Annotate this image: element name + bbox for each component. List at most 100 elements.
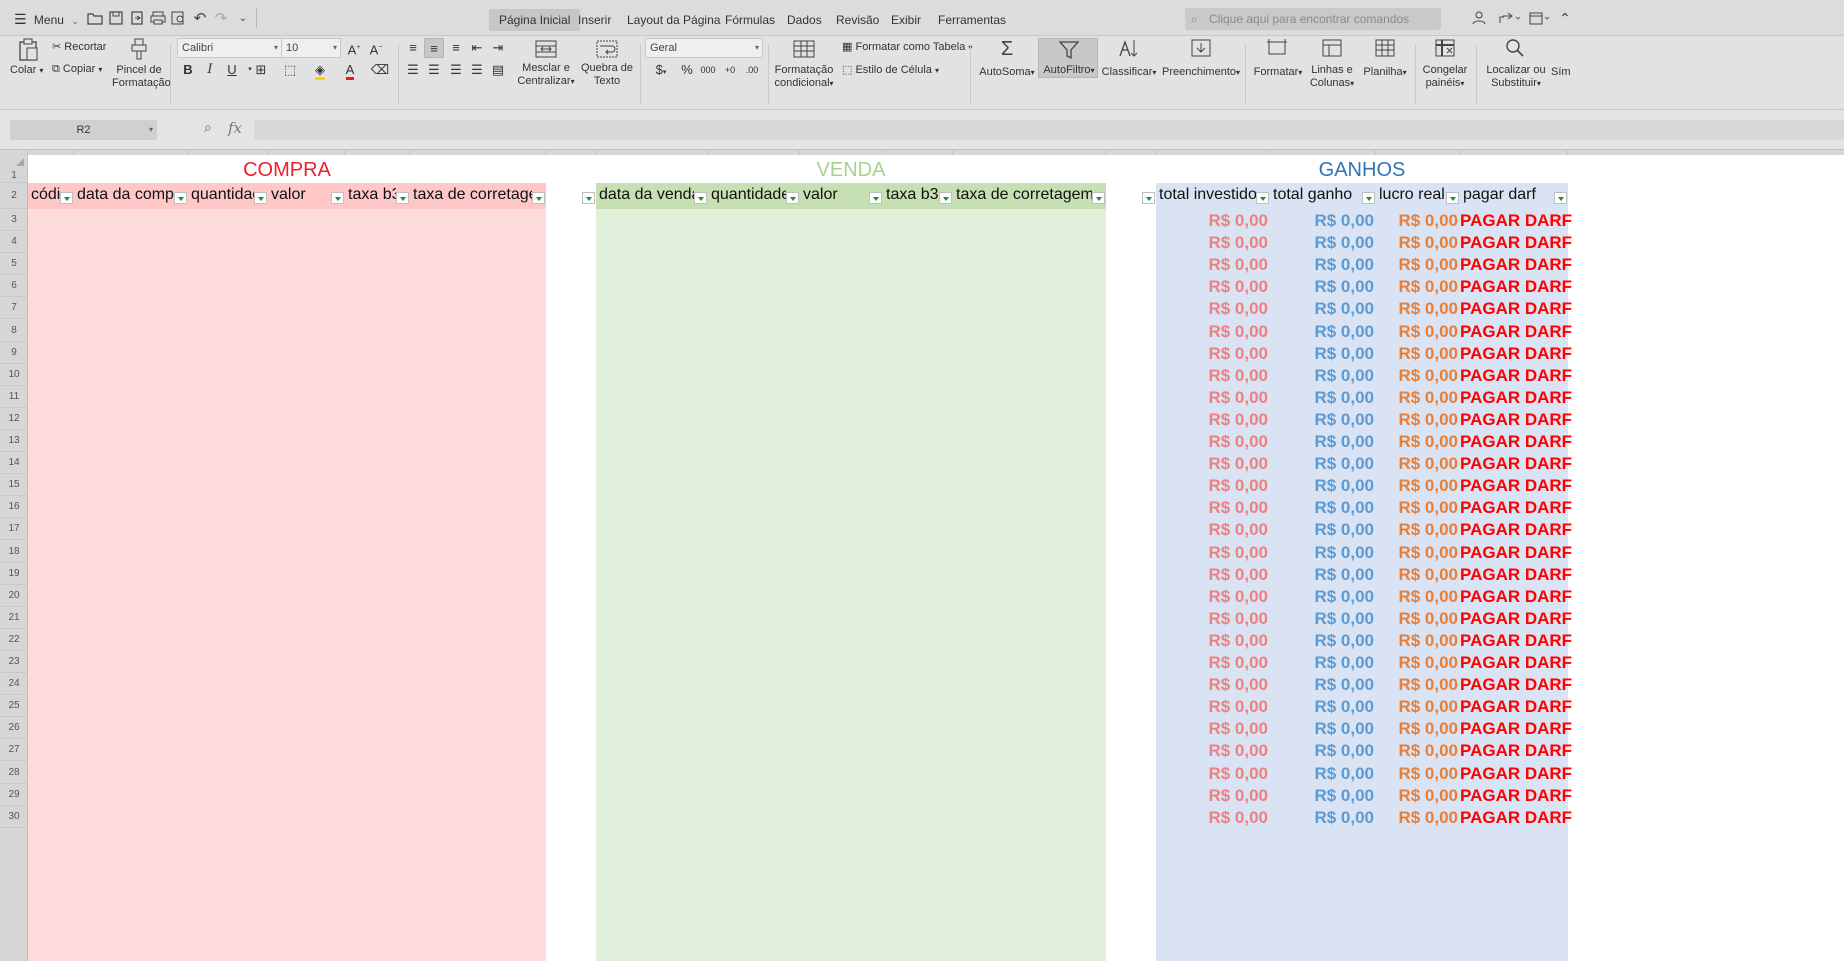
pagar-darf-cell[interactable]: PAGAR DARF [1460,366,1572,386]
print-preview-icon[interactable] [170,9,188,27]
pagar-darf-cell[interactable]: PAGAR DARF [1460,454,1572,474]
italic-icon[interactable]: I [200,60,220,80]
total-investido-cell[interactable]: R$ 0,00 [1156,697,1268,717]
row-header-30[interactable]: 30 [0,806,28,828]
percent-icon[interactable]: % [677,60,697,80]
lucro-real-cell[interactable]: R$ 0,00 [1376,786,1458,806]
pagar-darf-cell[interactable]: PAGAR DARF [1460,543,1572,563]
filter-dropdown-icon[interactable] [694,192,707,204]
pagar-darf-cell[interactable]: PAGAR DARF [1460,565,1572,585]
merge-center-button[interactable]: Mesclar e Centralizar▾ [516,62,576,88]
total-ganho-cell[interactable]: R$ 0,00 [1270,565,1374,585]
total-investido-cell[interactable]: R$ 0,00 [1156,233,1268,253]
merge-center-icon[interactable] [534,40,558,63]
wrap-text-icon[interactable] [595,40,619,63]
row-header-22[interactable]: 22 [0,629,28,651]
total-ganho-cell[interactable]: R$ 0,00 [1270,322,1374,342]
format-button[interactable]: Formatar▾ [1252,66,1304,79]
total-investido-cell[interactable]: R$ 0,00 [1156,565,1268,585]
wrap-text-button[interactable]: Quebra de Texto [579,62,635,88]
total-investido-cell[interactable]: R$ 0,00 [1156,741,1268,761]
lucro-real-cell[interactable]: R$ 0,00 [1376,498,1458,518]
freeze-panes-icon[interactable] [1433,38,1457,63]
filter-dropdown-icon[interactable] [1446,192,1459,204]
total-ganho-cell[interactable]: R$ 0,00 [1270,697,1374,717]
filter-dropdown-icon[interactable] [174,192,187,204]
filter-dropdown-icon[interactable] [1256,192,1269,204]
total-investido-cell[interactable]: R$ 0,00 [1156,476,1268,496]
fill-icon[interactable] [1189,38,1213,63]
lucro-real-cell[interactable]: R$ 0,00 [1376,808,1458,828]
row-header-4[interactable]: 4 [0,231,28,254]
export-icon[interactable] [128,9,146,27]
filter-dropdown-icon[interactable] [1142,192,1155,204]
eraser-icon[interactable]: ⌫ [370,60,390,80]
row-header-20[interactable]: 20 [0,585,28,607]
decrease-font-icon[interactable]: A− [366,38,386,58]
row-header-21[interactable]: 21 [0,607,28,629]
undo-icon[interactable]: ↶ [191,9,209,27]
pagar-darf-cell[interactable]: PAGAR DARF [1460,388,1572,408]
row-header-16[interactable]: 16 [0,496,28,519]
lucro-real-cell[interactable]: R$ 0,00 [1376,587,1458,607]
pagar-darf-cell[interactable]: PAGAR DARF [1460,697,1572,717]
find-icon[interactable] [1503,38,1527,63]
pagar-darf-cell[interactable]: PAGAR DARF [1460,719,1572,739]
row-header-14[interactable]: 14 [0,452,28,475]
row-header-11[interactable]: 11 [0,386,28,408]
pagar-darf-cell[interactable]: PAGAR DARF [1460,322,1572,342]
tab-formulas[interactable]: Fórmulas [715,9,785,31]
fx-icon[interactable]: fx [228,119,242,137]
currency-icon[interactable]: $▾ [648,60,674,80]
filter-dropdown-icon[interactable] [532,192,545,204]
format-cells-icon[interactable] [1265,38,1289,63]
tab-exibir[interactable]: Exibir [881,9,931,31]
filter-dropdown-icon[interactable] [1554,192,1567,204]
filter-dropdown-icon[interactable] [939,192,952,204]
row-header-2[interactable]: 2 [0,183,28,209]
lucro-real-cell[interactable]: R$ 0,00 [1376,653,1458,673]
total-investido-cell[interactable]: R$ 0,00 [1156,388,1268,408]
row-header-28[interactable]: 28 [0,762,28,784]
total-investido-cell[interactable]: R$ 0,00 [1156,299,1268,319]
total-ganho-cell[interactable]: R$ 0,00 [1270,299,1374,319]
autosum-button[interactable]: AutoSoma▾ [978,66,1036,79]
font-size-select[interactable]: 10 ▾ [281,38,341,58]
total-ganho-cell[interactable]: R$ 0,00 [1270,454,1374,474]
pagar-darf-cell[interactable]: PAGAR DARF [1460,344,1572,364]
total-ganho-cell[interactable]: R$ 0,00 [1270,786,1374,806]
lucro-real-cell[interactable]: R$ 0,00 [1376,565,1458,585]
sort-icon[interactable] [1117,38,1141,63]
tab-layout-da-pagina[interactable]: Layout da Página [617,9,730,31]
sheet-grid[interactable]: COMPRA VENDA GANHOS código data da compra qua… [28,155,1844,961]
align-bottom-icon[interactable]: ≡ [446,38,466,58]
save-icon[interactable] [107,9,125,27]
borders-icon[interactable]: ⊞ [251,60,271,80]
pagar-darf-cell[interactable]: PAGAR DARF [1460,211,1572,231]
freeze-panes-button[interactable]: Congelar painéis▾ [1418,64,1472,90]
row-header-15[interactable]: 15 [0,474,28,497]
cell-style-button[interactable]: ⬚ Estilo de Célula ▾ [842,64,939,77]
tab-dados[interactable]: Dados [777,9,832,31]
total-ganho-cell[interactable]: R$ 0,00 [1270,543,1374,563]
row-header-12[interactable]: 12 [0,408,28,430]
total-ganho-cell[interactable]: R$ 0,00 [1270,764,1374,784]
row-header-7[interactable]: 7 [0,297,28,320]
lucro-real-cell[interactable]: R$ 0,00 [1376,631,1458,651]
pagar-darf-cell[interactable]: PAGAR DARF [1460,476,1572,496]
decrease-indent-icon[interactable]: ⇤ [467,38,487,58]
font-name-select[interactable]: Calibri ▾ [177,38,282,58]
format-as-table-button[interactable]: ▦ Formatar como Tabela ▾ [842,41,972,54]
row-header-6[interactable]: 6 [0,275,28,298]
customize-toolbar-icon[interactable]: ⌄ [234,9,252,27]
total-ganho-cell[interactable]: R$ 0,00 [1270,719,1374,739]
total-investido-cell[interactable]: R$ 0,00 [1156,211,1268,231]
print-icon[interactable] [149,9,167,27]
total-ganho-cell[interactable]: R$ 0,00 [1270,587,1374,607]
underline-icon[interactable]: U [222,60,242,80]
total-ganho-cell[interactable]: R$ 0,00 [1270,277,1374,297]
row-header-8[interactable]: 8 [0,320,28,342]
row-header-18[interactable]: 18 [0,541,28,563]
tab-pagina-inicial[interactable]: Página Inicial [489,9,581,31]
menu-button[interactable]: ☰ Menu ⌄ [14,8,79,30]
